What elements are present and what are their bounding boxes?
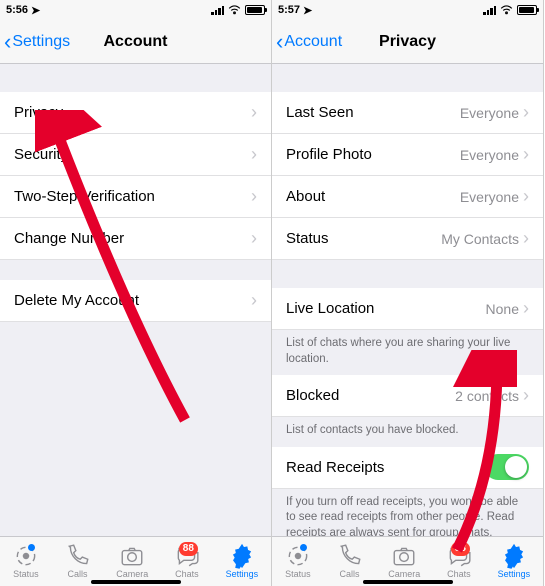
chevron-right-icon: › bbox=[251, 186, 257, 207]
chevron-right-icon: › bbox=[523, 144, 529, 165]
chevron-right-icon: › bbox=[523, 102, 529, 123]
home-indicator bbox=[363, 580, 453, 584]
row-label: Read Receipts bbox=[286, 459, 485, 476]
wifi-icon bbox=[228, 5, 241, 15]
row-about[interactable]: AboutEveryone› bbox=[272, 176, 543, 218]
row-value: My Contacts bbox=[441, 231, 519, 247]
row-value: Everyone bbox=[460, 105, 519, 121]
row-label: Live Location bbox=[286, 300, 486, 317]
signal-icon bbox=[483, 6, 496, 15]
row-label: Delete My Account bbox=[14, 292, 251, 309]
content: Last SeenEveryone› Profile PhotoEveryone… bbox=[272, 64, 543, 536]
location-icon: ➤ bbox=[31, 4, 40, 17]
tab-label: Camera bbox=[116, 569, 148, 579]
chevron-right-icon: › bbox=[251, 144, 257, 165]
battery-icon bbox=[517, 5, 537, 15]
row-read-receipts: Read Receipts bbox=[272, 447, 543, 489]
tab-camera[interactable]: Camera bbox=[388, 544, 420, 579]
row-label: Change Number bbox=[14, 230, 251, 247]
tab-label: Settings bbox=[226, 569, 259, 579]
location-icon: ➤ bbox=[303, 4, 312, 17]
row-label: Profile Photo bbox=[286, 146, 460, 163]
tab-label: Status bbox=[285, 569, 311, 579]
chevron-left-icon: ‹ bbox=[4, 29, 11, 55]
row-blocked[interactable]: Blocked2 contacts› bbox=[272, 375, 543, 417]
row-label: Last Seen bbox=[286, 104, 460, 121]
row-label: Blocked bbox=[286, 387, 455, 404]
tab-bar: Status Calls Camera 88 Chats Settings bbox=[272, 536, 543, 586]
status-dot-icon bbox=[28, 544, 35, 551]
live-location-note: List of chats where you are sharing your… bbox=[272, 330, 543, 375]
nav-bar: ‹Account Privacy bbox=[272, 20, 543, 64]
read-receipts-toggle[interactable] bbox=[485, 454, 529, 480]
tab-settings[interactable]: Settings bbox=[226, 544, 259, 579]
chevron-right-icon: › bbox=[523, 385, 529, 406]
blocked-note: List of contacts you have blocked. bbox=[272, 417, 543, 447]
tab-status[interactable]: Status bbox=[13, 544, 39, 579]
row-value: 2 contacts bbox=[455, 388, 519, 404]
chevron-right-icon: › bbox=[251, 228, 257, 249]
chevron-right-icon: › bbox=[523, 298, 529, 319]
time: 5:57 bbox=[278, 4, 300, 16]
row-label: Security bbox=[14, 146, 251, 163]
row-profile-photo[interactable]: Profile PhotoEveryone› bbox=[272, 134, 543, 176]
tab-label: Chats bbox=[175, 569, 199, 579]
chevron-right-icon: › bbox=[523, 186, 529, 207]
status-bar: 5:56➤ bbox=[0, 0, 271, 20]
row-delete-account[interactable]: Delete My Account› bbox=[0, 280, 271, 322]
row-label: Status bbox=[286, 230, 441, 247]
back-button[interactable]: ‹Settings bbox=[0, 29, 70, 55]
tab-chats[interactable]: 88 Chats bbox=[174, 544, 200, 579]
row-two-step[interactable]: Two-Step Verification› bbox=[0, 176, 271, 218]
tab-label: Camera bbox=[388, 569, 420, 579]
status-dot-icon bbox=[300, 544, 307, 551]
home-indicator bbox=[91, 580, 181, 584]
chevron-right-icon: › bbox=[523, 228, 529, 249]
chevron-left-icon: ‹ bbox=[276, 29, 283, 55]
tab-label: Chats bbox=[447, 569, 471, 579]
row-value: Everyone bbox=[460, 147, 519, 163]
back-label: Account bbox=[284, 33, 342, 51]
row-live-location[interactable]: Live LocationNone› bbox=[272, 288, 543, 330]
row-label: About bbox=[286, 188, 460, 205]
read-receipts-note: If you turn off read receipts, you won't… bbox=[272, 489, 543, 536]
tab-label: Status bbox=[13, 569, 39, 579]
row-last-seen[interactable]: Last SeenEveryone› bbox=[272, 92, 543, 134]
battery-icon bbox=[245, 5, 265, 15]
tab-label: Calls bbox=[68, 569, 88, 579]
tab-status[interactable]: Status bbox=[285, 544, 311, 579]
tab-chats[interactable]: 88 Chats bbox=[446, 544, 472, 579]
row-value: Everyone bbox=[460, 189, 519, 205]
wifi-icon bbox=[500, 5, 513, 15]
nav-bar: ‹Settings Account bbox=[0, 20, 271, 64]
tab-settings[interactable]: Settings bbox=[498, 544, 531, 579]
chevron-right-icon: › bbox=[251, 102, 257, 123]
row-label: Privacy bbox=[14, 104, 251, 121]
back-label: Settings bbox=[12, 33, 70, 51]
status-bar: 5:57➤ bbox=[272, 0, 543, 20]
row-label: Two-Step Verification bbox=[14, 188, 251, 205]
row-change-number[interactable]: Change Number› bbox=[0, 218, 271, 260]
chevron-right-icon: › bbox=[251, 290, 257, 311]
tab-calls[interactable]: Calls bbox=[337, 544, 363, 579]
tab-camera[interactable]: Camera bbox=[116, 544, 148, 579]
row-privacy[interactable]: Privacy› bbox=[0, 92, 271, 134]
tab-label: Calls bbox=[340, 569, 360, 579]
badge: 88 bbox=[179, 542, 198, 556]
back-button[interactable]: ‹Account bbox=[272, 29, 342, 55]
content: Privacy› Security› Two-Step Verification… bbox=[0, 64, 271, 536]
row-value: None bbox=[486, 301, 519, 317]
badge: 88 bbox=[451, 542, 470, 556]
tab-calls[interactable]: Calls bbox=[65, 544, 91, 579]
row-security[interactable]: Security› bbox=[0, 134, 271, 176]
tab-bar: Status Calls Camera 88 Chats Settings bbox=[0, 536, 271, 586]
row-status[interactable]: StatusMy Contacts› bbox=[272, 218, 543, 260]
time: 5:56 bbox=[6, 4, 28, 16]
privacy-screen: 5:57➤ ‹Account Privacy Last SeenEveryone… bbox=[272, 0, 544, 586]
signal-icon bbox=[211, 6, 224, 15]
account-screen: 5:56➤ ‹Settings Account Privacy› Securit… bbox=[0, 0, 272, 586]
tab-label: Settings bbox=[498, 569, 531, 579]
